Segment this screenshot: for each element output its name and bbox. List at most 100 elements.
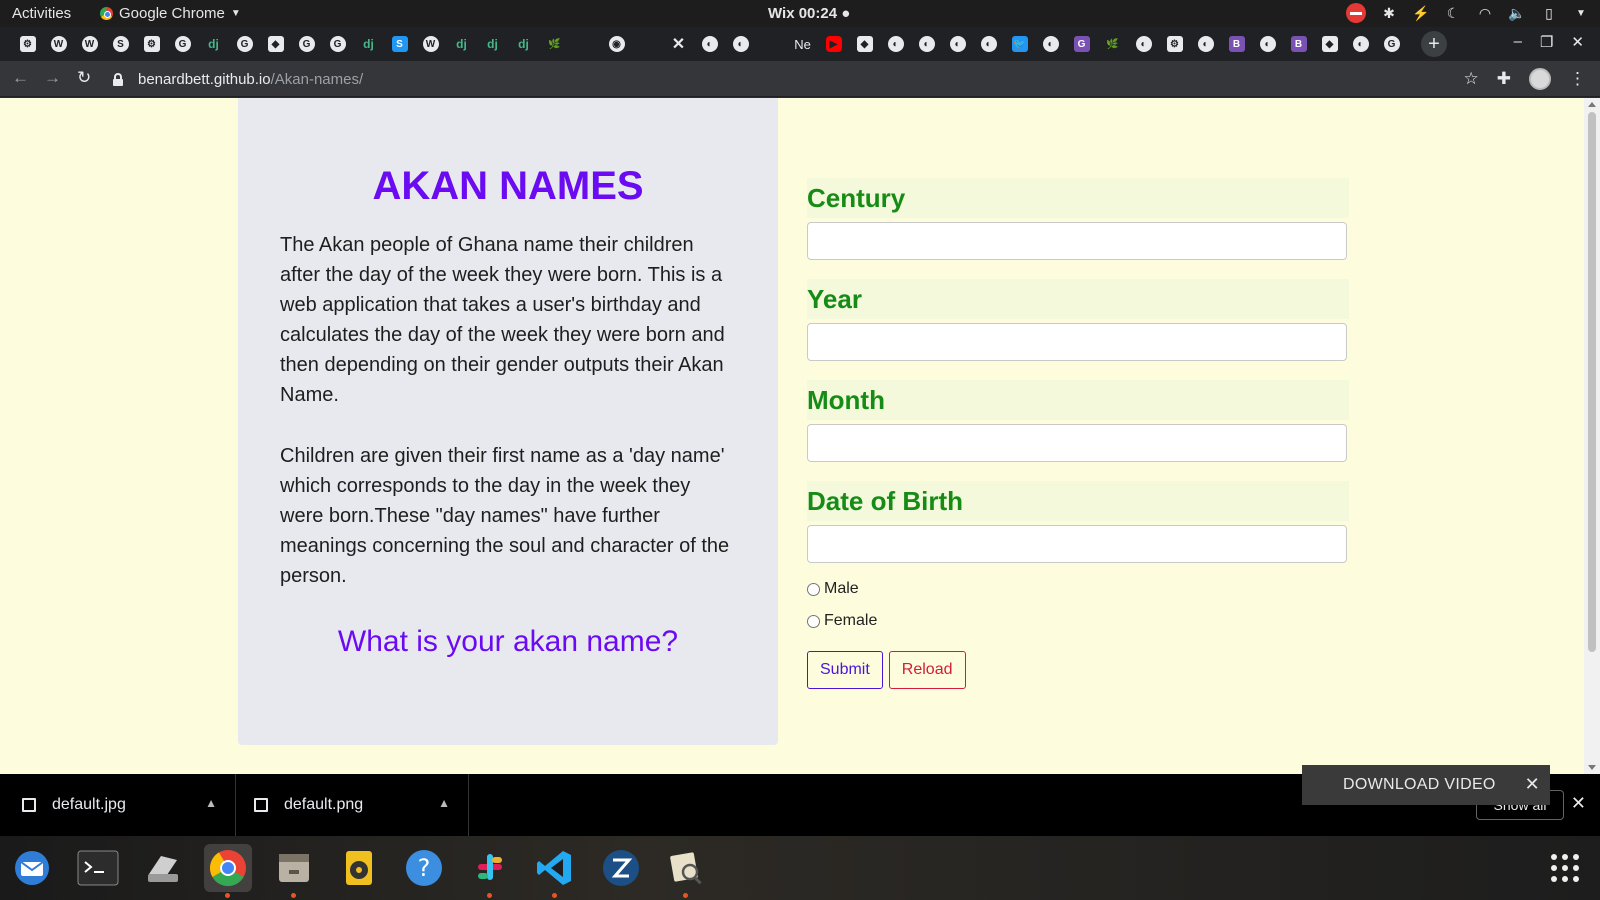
show-applications-icon[interactable] (1551, 854, 1579, 882)
chrome-icon[interactable] (204, 844, 252, 898)
reload-button[interactable]: Reload (888, 651, 966, 689)
slack-tray-icon[interactable]: ✱ (1380, 4, 1398, 22)
century-input[interactable] (807, 222, 1347, 260)
tab[interactable]: ⚙ (1159, 34, 1190, 54)
tab[interactable]: W (74, 34, 105, 54)
tab[interactable]: W (43, 34, 74, 54)
app-menu[interactable]: Google Chrome ▼ (100, 5, 241, 22)
tab[interactable]: ⚙ (136, 34, 167, 54)
female-radio[interactable] (807, 614, 820, 628)
back-button[interactable]: ← (12, 68, 29, 88)
close-icon[interactable]: ✕ (1571, 33, 1584, 51)
date-of-birth-input[interactable] (807, 525, 1347, 563)
tab[interactable]: dj (446, 34, 477, 54)
scroll-up-icon[interactable] (1588, 102, 1596, 107)
tab[interactable]: ◐ (911, 34, 942, 54)
tab[interactable]: dj (353, 34, 384, 54)
tab[interactable] (756, 34, 787, 54)
tab[interactable]: 🌿 (539, 34, 570, 54)
tab[interactable]: W (415, 34, 446, 54)
tab[interactable]: ◆ (849, 34, 880, 54)
zeal-icon[interactable] (597, 844, 645, 892)
slack-icon[interactable] (466, 844, 514, 898)
tab[interactable]: Ne (787, 34, 818, 54)
new-tab-button[interactable]: + (1421, 31, 1447, 57)
volume-icon[interactable]: 🔈 (1508, 4, 1526, 22)
tab[interactable]: ◉ (601, 34, 632, 54)
lock-icon[interactable] (112, 72, 124, 86)
tab[interactable]: B (1283, 34, 1314, 54)
tab[interactable]: ◐ (1128, 34, 1159, 54)
tab[interactable]: dj (508, 34, 539, 54)
tab[interactable]: S (384, 34, 415, 54)
terminal-icon[interactable] (74, 844, 122, 892)
tab[interactable]: ◐ (942, 34, 973, 54)
male-radio[interactable] (807, 582, 820, 596)
gender-male-option[interactable]: Male (807, 573, 1349, 605)
tab[interactable]: 🌿 (1097, 34, 1128, 54)
download-item[interactable]: default.jpg ▲ (0, 774, 236, 836)
chevron-up-icon[interactable]: ▲ (205, 796, 217, 810)
tab[interactable] (570, 34, 601, 54)
chevron-up-icon[interactable]: ▲ (438, 796, 450, 810)
tab[interactable]: S (105, 34, 136, 54)
submit-button[interactable]: Submit (807, 651, 883, 689)
tab[interactable]: G (229, 34, 260, 54)
activities-button[interactable]: Activities (12, 5, 71, 22)
month-input[interactable] (807, 424, 1347, 462)
tab[interactable]: ◐ (1035, 34, 1066, 54)
tab[interactable]: ◆ (1314, 34, 1345, 54)
tab[interactable]: G (1376, 34, 1407, 54)
tab[interactable]: dj (198, 34, 229, 54)
tab[interactable]: G (322, 34, 353, 54)
tab[interactable]: B (1221, 34, 1252, 54)
bookmark-star-icon[interactable]: ☆ (1464, 69, 1479, 89)
help-icon[interactable]: ? (400, 844, 448, 892)
forward-button[interactable]: → (44, 68, 61, 88)
scanner-icon[interactable] (139, 844, 187, 892)
close-icon[interactable]: ✕ (1571, 793, 1586, 814)
tab[interactable]: ⚙ (12, 34, 43, 54)
tab[interactable]: ✕ (663, 34, 694, 54)
download-video-popup[interactable]: DOWNLOAD VIDEO ✕ (1302, 765, 1550, 805)
page-scrollbar[interactable] (1584, 98, 1600, 774)
reload-page-button[interactable]: ↻ (77, 68, 91, 88)
vscode-icon[interactable] (531, 844, 579, 898)
tab[interactable]: ◐ (1252, 34, 1283, 54)
tab[interactable]: G (1066, 34, 1097, 54)
extensions-icon[interactable]: ✚ (1497, 69, 1511, 89)
tab[interactable]: ◆ (260, 34, 291, 54)
maximize-icon[interactable]: ❐ (1540, 33, 1553, 51)
do-not-disturb-icon[interactable] (1346, 3, 1366, 23)
system-tray[interactable]: ✱ ⚡ ☾ ◠ 🔈 ▯ ▼ (1346, 3, 1590, 23)
battery-icon[interactable]: ▯ (1540, 4, 1558, 22)
tab[interactable]: ◐ (725, 34, 756, 54)
scroll-down-icon[interactable] (1588, 765, 1596, 770)
gimp-icon[interactable] (662, 844, 710, 898)
tab[interactable]: ◐ (1190, 34, 1221, 54)
year-input[interactable] (807, 323, 1347, 361)
more-menu-icon[interactable]: ⋮ (1569, 69, 1586, 89)
avatar[interactable] (1529, 68, 1551, 90)
address-bar[interactable]: benardbett.github.io/Akan-names/ (112, 64, 1470, 94)
tab[interactable]: dj (477, 34, 508, 54)
wifi-icon[interactable]: ◠ (1476, 4, 1494, 22)
zeal-tray-icon[interactable]: ⚡ (1412, 4, 1430, 22)
download-item[interactable]: default.png ▲ (236, 774, 469, 836)
thunderbird-icon[interactable] (8, 844, 56, 892)
tab[interactable]: ◐ (694, 34, 725, 54)
night-light-icon[interactable]: ☾ (1444, 4, 1462, 22)
minimize-icon[interactable]: – (1514, 33, 1522, 51)
rhythmbox-icon[interactable] (335, 844, 383, 892)
scrollbar-thumb[interactable] (1588, 112, 1596, 652)
close-icon[interactable]: ✕ (1525, 774, 1540, 795)
chevron-down-icon[interactable]: ▼ (1572, 4, 1590, 22)
tab[interactable]: ◐ (973, 34, 1004, 54)
tab[interactable]: ▶ (818, 34, 849, 54)
tab[interactable] (632, 34, 663, 54)
clock[interactable]: Wix 00:24 ● (768, 5, 850, 22)
tab[interactable]: G (167, 34, 198, 54)
tab[interactable]: ◐ (880, 34, 911, 54)
tab[interactable]: 🐦 (1004, 34, 1035, 54)
tab[interactable]: G (291, 34, 322, 54)
